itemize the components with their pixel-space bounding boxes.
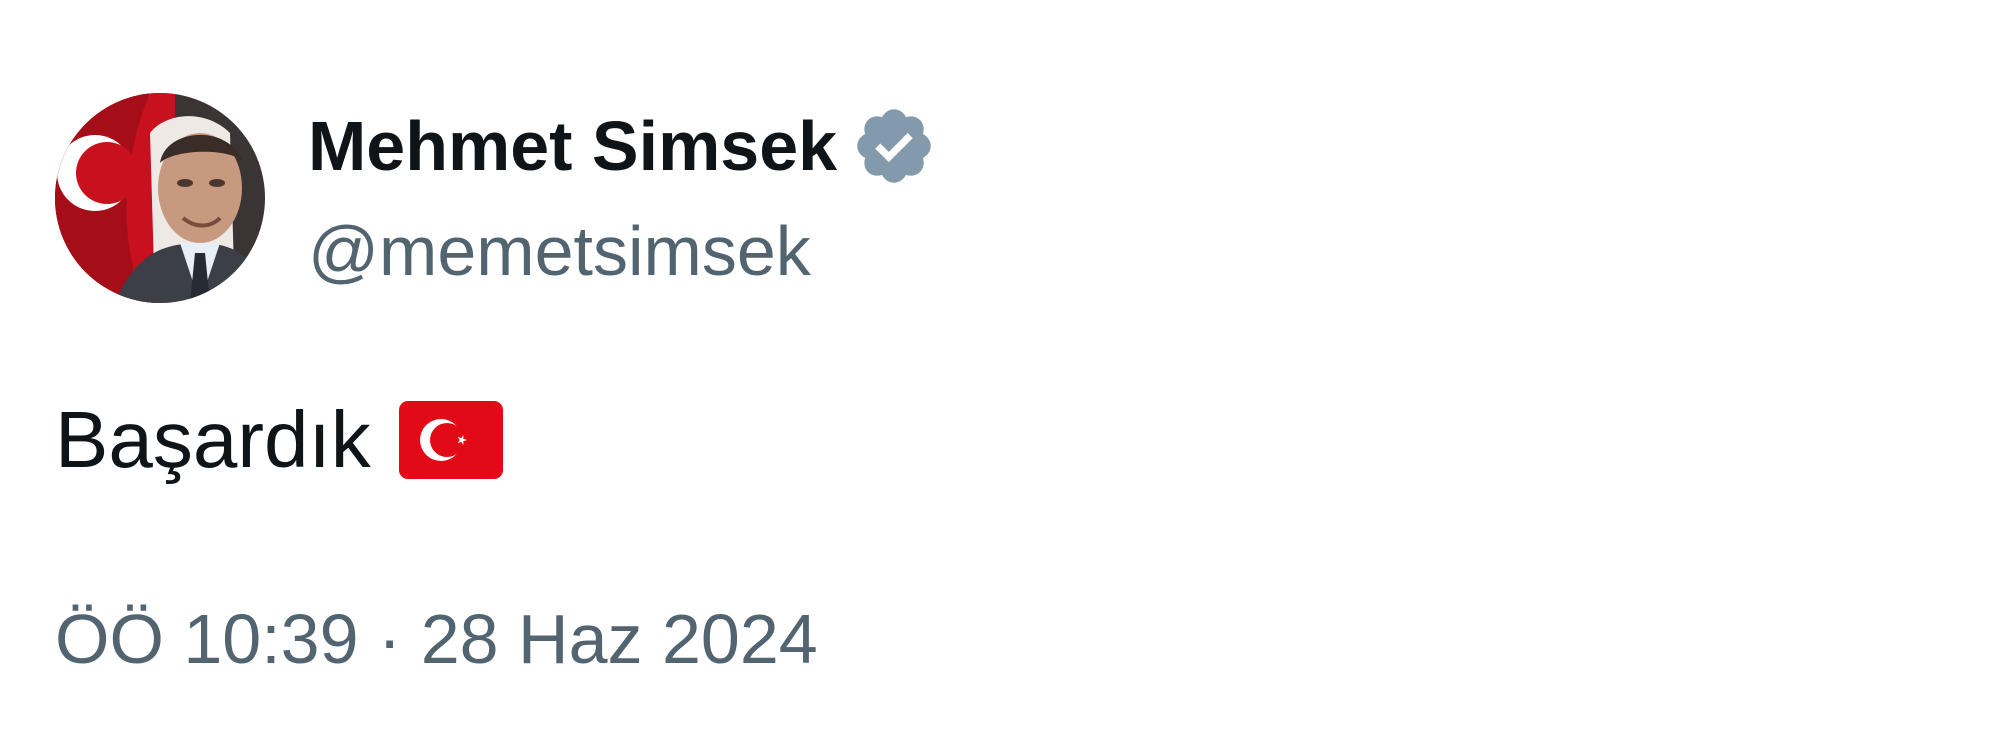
- author-handle[interactable]: @memetsimsek: [308, 210, 811, 292]
- turkey-flag-emoji-icon: [398, 401, 503, 479]
- author-name-row[interactable]: Mehmet Simsek: [308, 106, 937, 186]
- tweet-timestamp[interactable]: ÖÖ 10:39 · 28 Haz 2024: [55, 598, 818, 680]
- author-display-name[interactable]: Mehmet Simsek: [308, 106, 837, 186]
- author-avatar[interactable]: [55, 93, 265, 303]
- tweet-card: Mehmet Simsek @memetsimsek Başardık ÖÖ 1…: [0, 0, 2008, 750]
- tweet-text: Başardık: [55, 395, 503, 485]
- tweet-text-body: Başardık: [55, 395, 371, 484]
- avatar-photo-icon: [55, 93, 265, 303]
- verified-badge-icon[interactable]: [851, 103, 937, 189]
